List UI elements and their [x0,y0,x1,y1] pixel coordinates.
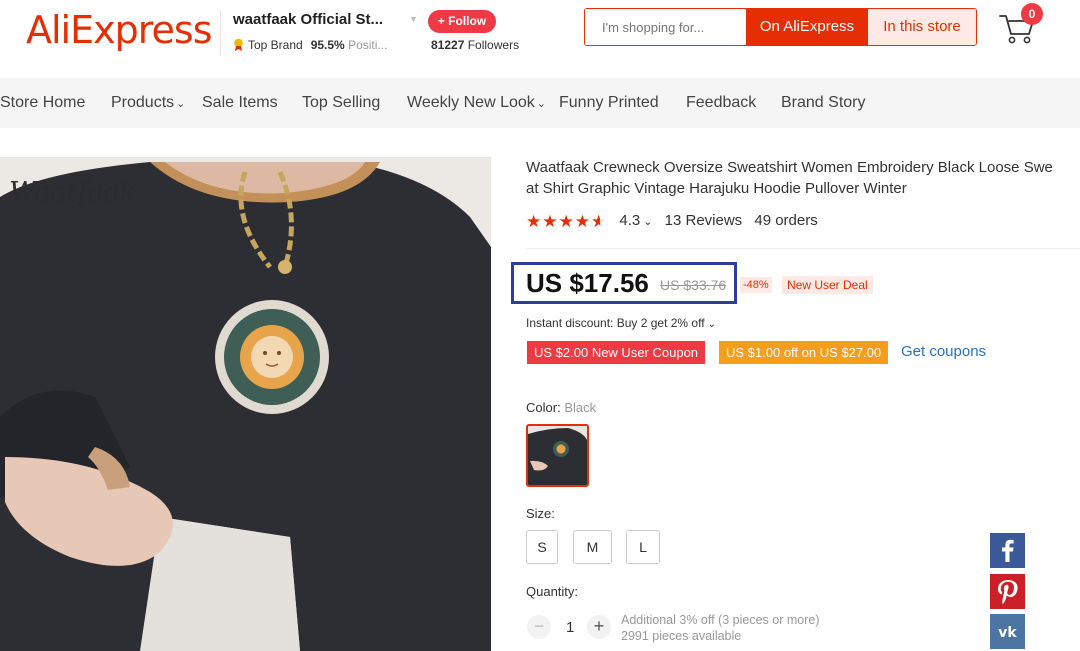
nav-item-products[interactable]: Products ⌄ [111,94,185,112]
vk-icon[interactable]: vk [990,614,1025,649]
nav-item-weekly-new-look[interactable]: Weekly New Look ⌄ [407,94,546,112]
followers: 81227 Followers [431,38,519,52]
search-input[interactable] [585,9,746,45]
quantity-value[interactable]: 1 [566,619,574,636]
medal-icon [234,38,243,51]
instant-discount-text: Instant discount: Buy 2 get 2% off [526,316,705,330]
store-coupon[interactable]: US $1.00 off on US $27.00 [719,341,889,364]
color-label: Color: Black [526,400,596,415]
swatch-thumbnail [528,426,587,485]
pinterest-icon[interactable] [990,574,1025,609]
rating-row: ★★★★★ ★ 4.3 ⌄ 13 Reviews 49 orders [526,212,818,232]
brand-watermark: Waatfaak [9,177,136,208]
nav-item-label: Top Selling [302,94,381,111]
color-swatch-black[interactable] [526,424,589,487]
nav-item-label: Feedback [686,94,757,111]
facebook-icon[interactable] [990,533,1025,568]
size-option-s[interactable]: S [526,530,558,564]
size-label: Size: [526,506,555,521]
size-option-l[interactable]: L [626,530,660,564]
instant-discount[interactable]: Instant discount: Buy 2 get 2% off ⌄ [526,316,716,330]
store-nav: Store Home Products ⌄ Sale Items Top Sell… [0,78,1080,128]
aliexpress-logo[interactable]: AliExpress [26,8,212,52]
nav-item-funny-printed[interactable]: Funny Printed [559,94,659,112]
nav-item-feedback[interactable]: Feedback [686,94,756,112]
nav-item-label: Products [111,94,175,111]
size-option-m[interactable]: M [573,530,612,564]
chevron-down-icon: ⌄ [176,98,186,110]
orders-count: 49 orders [754,212,818,229]
cart-count-badge: 0 [1021,3,1043,25]
nav-item-brand-story[interactable]: Brand Story [781,94,865,112]
chevron-down-icon: ⌄ [707,319,716,330]
quantity-label: Quantity: [526,584,579,599]
chevron-down-icon[interactable]: ⌄ [643,216,652,228]
followers-count: 81227 [431,38,465,52]
stock-available: 2991 pieces available [621,629,742,643]
positive-label: Positi... [348,38,388,52]
original-price: US $33.76 [660,277,727,293]
get-coupons-link[interactable]: Get coupons [901,343,986,360]
follow-button[interactable]: + Follow [428,10,496,33]
nav-item-store-home[interactable]: Store Home [0,94,85,112]
nav-item-top-selling[interactable]: Top Selling [302,94,380,112]
new-user-coupon[interactable]: US $2.00 New User Coupon [527,341,706,364]
reviews-link[interactable]: 13 Reviews [665,212,743,229]
nav-item-sale-items[interactable]: Sale Items [202,94,278,112]
store-meta: Top Brand 95.5% Positi... [233,38,387,52]
color-label-text: Color: [526,400,561,415]
header: AliExpress waatfaak Official St... ▼ + F… [0,0,1080,78]
nav-item-label: Store Home [0,94,86,111]
divider [526,248,1080,249]
quantity-decrease-button[interactable]: − [527,615,551,639]
top-brand-label: Top Brand [248,38,303,52]
nav-item-label: Brand Story [781,94,866,111]
search-bar: On AliExpress In this store [584,8,977,46]
discount-badge: -48% [740,277,772,293]
positive-rate: 95.5% [310,38,345,52]
header-divider [220,10,221,56]
rating-value[interactable]: 4.3 [619,212,640,229]
chevron-down-icon: ⌄ [536,98,546,110]
color-value: Black [564,400,597,415]
star-rating-icon: ★★★★★ ★ [526,212,608,231]
sweatshirt-photo [0,157,491,651]
product-title: Waatfaak Crewneck Oversize Sweatshirt Wo… [526,159,1053,197]
current-price: US $17.56 [526,268,649,298]
store-name[interactable]: waatfaak Official St... [233,11,383,28]
product-image[interactable]: Waatfaak [0,157,491,651]
nav-item-label: Weekly New Look [407,94,535,111]
quantity-note: Additional 3% off (3 pieces or more) 299… [621,612,819,644]
followers-label: Followers [467,38,520,52]
search-on-aliexpress-button[interactable]: On AliExpress [746,9,868,45]
svg-text:vk: vk [998,625,1017,641]
chevron-down-icon[interactable]: ▼ [409,14,418,24]
search-in-store-button[interactable]: In this store [868,9,976,45]
bulk-discount-note: Additional 3% off (3 pieces or more) [621,613,820,627]
quantity-increase-button[interactable]: + [587,615,611,639]
new-user-deal-badge: New User Deal [782,276,873,294]
nav-item-label: Funny Printed [559,94,659,111]
nav-item-label: Sale Items [202,94,278,111]
